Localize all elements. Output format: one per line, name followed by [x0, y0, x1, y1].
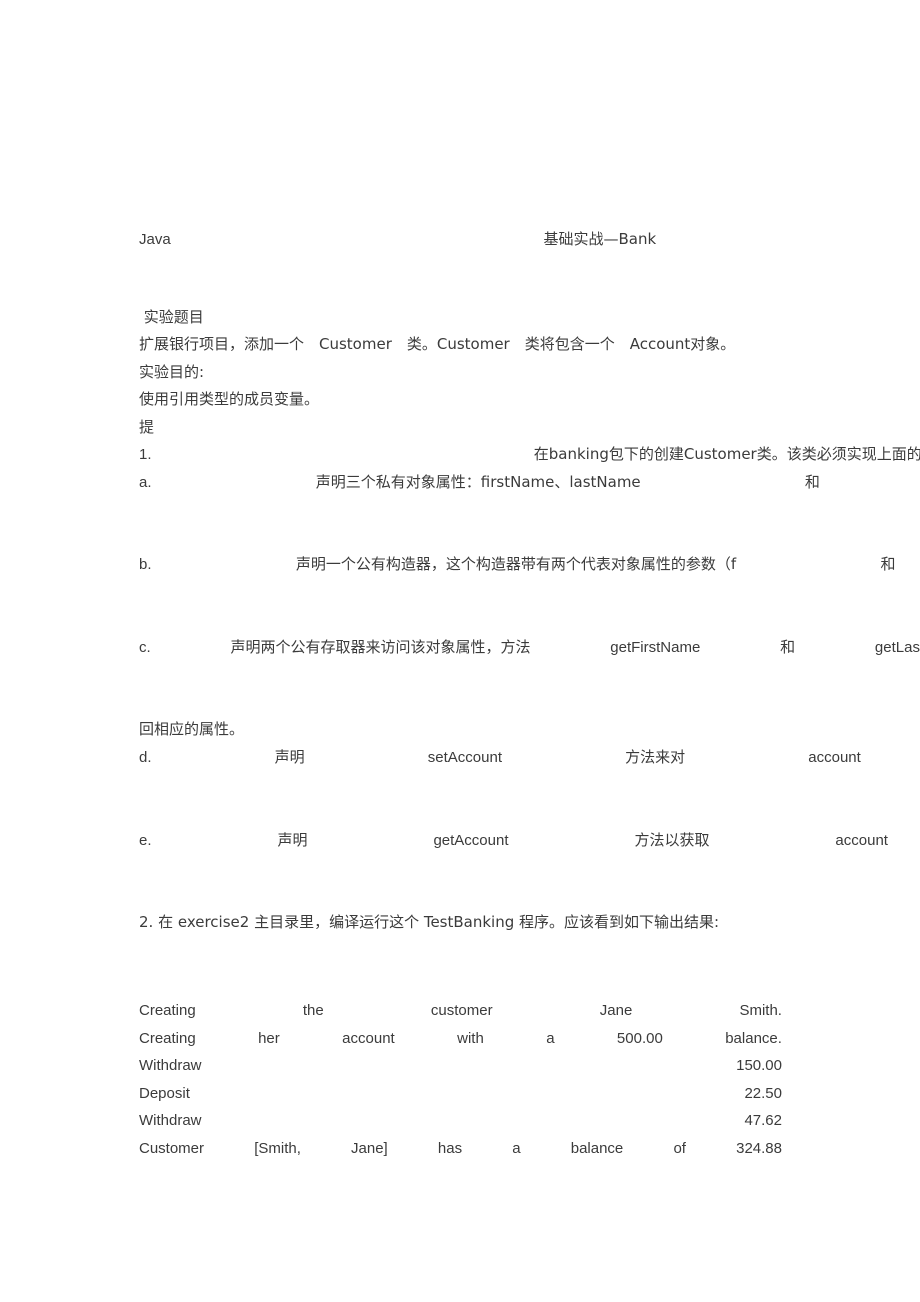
output-token: has — [437, 1139, 463, 1157]
hint-line: 提 示: — [139, 414, 920, 442]
list-item-e-method: getAccount — [433, 832, 509, 849]
output-token: with — [457, 1029, 484, 1047]
list-item-a-marker: a. — [139, 474, 152, 491]
list-item-c-conj: 和 — [780, 638, 796, 656]
output-token: a — [512, 1139, 521, 1157]
output-token: of — [673, 1139, 686, 1157]
list-item-e-phrase: 方法以获取 — [634, 831, 710, 849]
output-token: balance — [570, 1139, 624, 1157]
list-item-d-method: setAccount — [427, 749, 502, 766]
output-amount: 150.00 — [736, 1057, 782, 1074]
list-item-b-marker: b. — [139, 556, 152, 573]
list-item-e-property: account — [835, 832, 888, 849]
list-item-c: c. 声明两个公有存取器来访问该对象属性，方法 getFirstName 和 g… — [139, 634, 920, 662]
output-token: Deposit — [139, 1084, 190, 1102]
list-item-e-marker: e. — [139, 832, 152, 849]
list-item-b-conj: 和 — [880, 555, 896, 573]
output-token: customer — [430, 1002, 493, 1019]
title-center: 基础实战—Bank — [543, 230, 657, 248]
output-line: Withdraw 150.00 — [139, 1052, 782, 1080]
output-token: Withdraw — [139, 1112, 202, 1129]
output-amount: 47.62 — [744, 1112, 782, 1129]
title-left: Java — [139, 231, 171, 248]
output-token: balance. — [725, 1029, 782, 1047]
output-line: Creating the customer Jane Smith. — [139, 997, 782, 1025]
list-item-d-phrase: 方法来对 — [625, 748, 686, 766]
list-item-1: 1. 在banking包下的创建Customer类。该类必须实现上面的UML图表… — [139, 441, 920, 469]
list-item-b: b. 声明一个公有构造器，这个构造器带有两个代表对象属性的参数（f 和 l） — [139, 551, 920, 579]
output-line: Customer [Smith, Jane] has a balance of … — [139, 1135, 782, 1163]
hint-label-left: 提 — [139, 418, 155, 436]
output-line: Deposit 22.50 — [139, 1080, 782, 1108]
list-item-d-marker: d. — [139, 749, 152, 766]
list-item-c-method-last: getLastName — [874, 639, 920, 656]
output-line: Creating her account with a 500.00 balan… — [139, 1025, 782, 1053]
document-title-line: Java 基础实战—Bank 项目 — [139, 226, 920, 254]
purpose-label: 实验目的: — [139, 363, 205, 381]
list-item-c-continuation: 回相应的属性。 — [139, 720, 245, 738]
list-item-2: 2. 在 exercise2 主目录里，编译运行这个 TestBanking 程… — [139, 913, 720, 931]
output-token: Customer — [139, 1139, 205, 1157]
output-token: 500.00 — [616, 1029, 663, 1047]
list-item-c-marker: c. — [139, 639, 151, 656]
output-token: Withdraw — [139, 1057, 202, 1074]
list-item-d: d. 声明 setAccount 方法来对 account 属性赋值。 — [139, 744, 920, 772]
output-token: the — [302, 1002, 324, 1019]
output-token: Creating — [139, 1029, 196, 1047]
list-item-e: e. 声明 getAccount 方法以获取 account 属性。 — [139, 827, 920, 855]
purpose-text: 使用引用类型的成员变量。 — [139, 390, 320, 408]
output-token: Smith. — [739, 1002, 782, 1019]
output-amount: 22.50 — [744, 1084, 782, 1102]
exercise-subject-line: 实验题目 2: — [139, 304, 920, 332]
list-item-d-verb: 声明 — [274, 748, 305, 766]
output-amount: 324.88 — [736, 1139, 782, 1157]
list-item-1-text: 在banking包下的创建Customer类。该类必须实现上面的UML图表中的模… — [533, 445, 920, 463]
output-token: her — [258, 1029, 280, 1047]
list-item-a: a. 声明三个私有对象属性：firstName、lastName 和 accou… — [139, 469, 920, 497]
list-item-1-marker: 1. — [139, 446, 152, 463]
list-item-c-method-first: getFirstName — [610, 639, 701, 656]
list-item-a-text: 声明三个私有对象属性：firstName、lastName — [315, 473, 641, 491]
program-output-block: Creating the customer Jane Smith. Creati… — [139, 997, 782, 1162]
list-item-d-property: account — [808, 749, 861, 766]
exercise-subject-label: 实验题目 — [139, 308, 204, 326]
document-page: Java 基础实战—Bank 项目 实验题目 2: 扩展银行项目，添加一个 Cu… — [0, 0, 920, 1302]
output-token: account — [342, 1029, 395, 1047]
output-token: Jane — [599, 1002, 633, 1019]
exercise-description: 扩展银行项目，添加一个 Customer 类。Customer 类将包含一个 A… — [139, 335, 736, 353]
list-item-e-verb: 声明 — [277, 831, 308, 849]
output-token: [Smith, — [254, 1139, 301, 1157]
list-item-c-text: 声明两个公有存取器来访问该对象属性，方法 — [230, 638, 531, 656]
output-token: Jane] — [351, 1139, 388, 1157]
output-line: Withdraw 47.62 — [139, 1107, 782, 1135]
list-item-b-text: 声明一个公有构造器，这个构造器带有两个代表对象属性的参数（f — [295, 555, 737, 573]
output-token: Creating — [139, 1002, 196, 1019]
output-token: a — [546, 1029, 555, 1047]
list-item-a-conj: 和 — [804, 473, 820, 491]
